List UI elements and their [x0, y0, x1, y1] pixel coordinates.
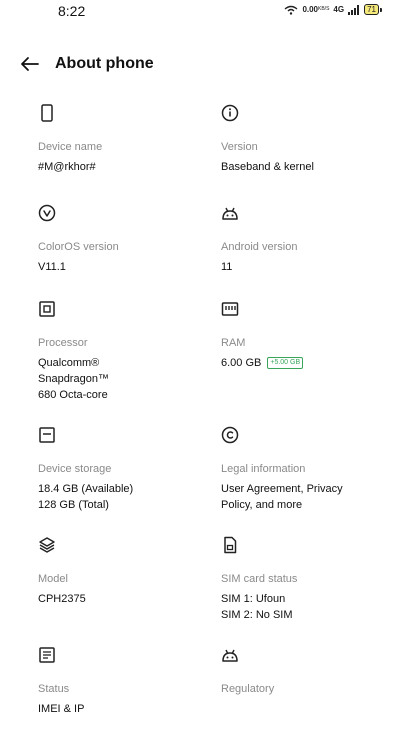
device-storage-label: Device storage: [38, 463, 112, 475]
device-name-value: #M@rkhor#: [38, 161, 96, 173]
model-label: Model: [38, 573, 68, 585]
status-value: IMEI & IP: [38, 703, 85, 715]
battery-icon: 71: [364, 4, 382, 15]
coloros-version-label: ColorOS version: [38, 241, 119, 253]
network-type: 4G: [333, 5, 345, 14]
status-icons: 0.00 KB/S 4G 71: [284, 4, 382, 15]
android-version-value: 11: [221, 261, 233, 273]
back-button[interactable]: [18, 52, 42, 76]
sim-card-status-value: SIM 1: Ufoun SIM 2: No SIM: [221, 593, 293, 621]
battery-level: 71: [364, 4, 379, 15]
status-time: 8:22: [58, 3, 86, 19]
network-speed-value: 0.00: [302, 5, 319, 14]
android-icon: [222, 207, 238, 220]
ram-value-row: 6.00 GB +5.00 GB: [221, 355, 391, 371]
storage-icon: [39, 427, 55, 443]
version-label: Version: [221, 141, 258, 153]
ram-expansion-badge: +5.00 GB: [267, 357, 304, 369]
network-speed: 0.00 KB/S: [302, 5, 330, 14]
phone-outline-icon: [41, 104, 53, 122]
wifi-hotspot-icon: [284, 5, 298, 15]
model-item[interactable]: Model CPH2375: [38, 536, 208, 607]
status-list-icon: [39, 647, 55, 663]
battery-tip: [380, 7, 382, 12]
processor-item[interactable]: Processor Qualcomm® Snapdragon™ 680 Octa…: [38, 300, 208, 403]
device-name-item[interactable]: Device name #M@rkhor#: [38, 104, 208, 175]
legal-information-label: Legal information: [221, 463, 306, 475]
app-header: About phone: [0, 48, 400, 80]
processor-value: Qualcomm® Snapdragon™ 680 Octa-core: [38, 357, 109, 401]
signal-icon: [348, 4, 360, 15]
android-version-item[interactable]: Android version 11: [221, 204, 391, 275]
layers-icon: [39, 537, 55, 553]
sim-card-status-label: SIM card status: [221, 573, 298, 585]
legal-information-value: User Agreement, Privacy Policy, and more: [221, 483, 343, 511]
coloros-version-value: V11.1: [38, 261, 66, 273]
coloros-version-item[interactable]: ColorOS version V11.1: [38, 204, 208, 275]
status-label: Status: [38, 683, 70, 695]
coloros-logo-icon: [38, 204, 56, 222]
legal-information-item[interactable]: Legal information User Agreement, Privac…: [221, 426, 391, 513]
ram-icon: [221, 302, 239, 316]
ram-value: 6.00 GB: [221, 357, 262, 369]
info-circle-icon: [221, 104, 239, 122]
copyright-icon: [221, 426, 239, 444]
status-bar: 8:22 0.00 KB/S 4G 71: [0, 0, 400, 24]
version-value: Baseband & kernel: [221, 161, 314, 173]
arrow-left-icon: [21, 57, 39, 71]
ram-item[interactable]: RAM 6.00 GB +5.00 GB: [221, 300, 391, 371]
sim-card-icon: [224, 536, 237, 554]
status-item[interactable]: Status IMEI & IP: [38, 646, 208, 717]
device-storage-value: 18.4 GB (Available) 128 GB (Total): [38, 483, 134, 511]
regulatory-label: Regulatory: [221, 683, 275, 695]
network-speed-unit: KB/S: [318, 6, 330, 12]
device-name-label: Device name: [38, 141, 103, 153]
regulatory-item[interactable]: Regulatory: [221, 646, 391, 696]
device-storage-item[interactable]: Device storage 18.4 GB (Available) 128 G…: [38, 426, 208, 513]
model-value: CPH2375: [38, 593, 86, 605]
page-title: About phone: [55, 55, 154, 72]
ram-label: RAM: [221, 337, 246, 349]
android-version-label: Android version: [221, 241, 298, 253]
android-icon: [222, 649, 238, 662]
version-item[interactable]: Version Baseband & kernel: [221, 104, 391, 175]
processor-label: Processor: [38, 337, 88, 349]
sim-card-status-item[interactable]: SIM card status SIM 1: Ufoun SIM 2: No S…: [221, 536, 391, 623]
processor-icon: [39, 301, 55, 317]
